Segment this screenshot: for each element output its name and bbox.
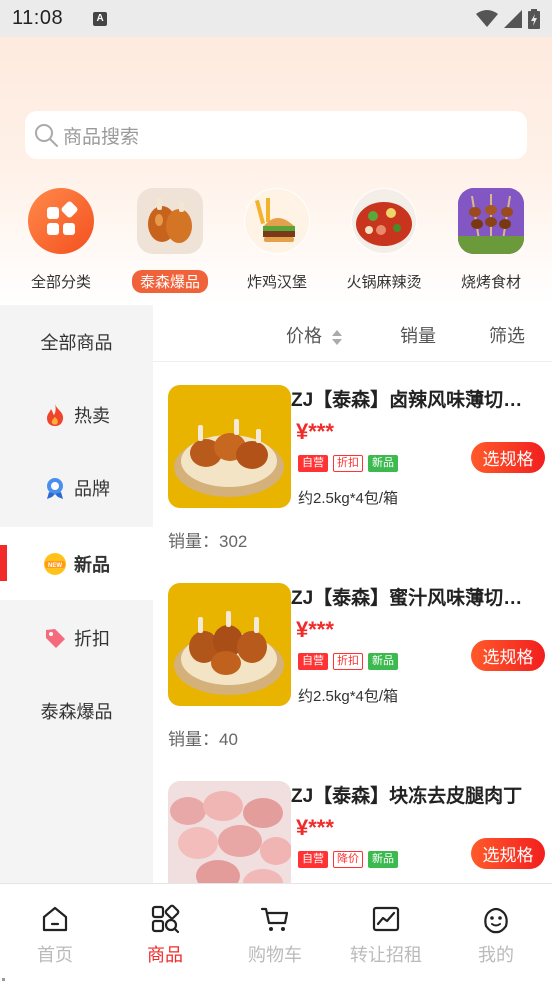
sidebar-item-taisen[interactable]: 泰森爆品 <box>0 674 153 747</box>
grid-icon <box>28 188 94 254</box>
tab-profile[interactable]: 我的 <box>441 884 551 983</box>
search-placeholder: 商品搜索 <box>63 126 140 148</box>
category-all[interactable]: 全部分类 <box>6 188 116 293</box>
flame-icon <box>43 403 67 427</box>
profile-icon <box>484 907 508 934</box>
sort-sales[interactable]: 销量 <box>400 322 436 348</box>
chart-icon <box>372 906 400 932</box>
tab-goods[interactable]: 商品 <box>110 884 220 983</box>
sidebar-item-all[interactable]: 全部商品 <box>0 305 153 378</box>
category-label: 炸鸡汉堡 <box>246 274 307 291</box>
wifi-icon <box>476 9 498 27</box>
sidebar-item-label: 新品 <box>74 554 110 575</box>
tab-label: 转让招租 <box>350 945 422 965</box>
skewer-image <box>458 188 524 254</box>
sidebar-item-label: 泰森爆品 <box>40 701 113 722</box>
product-card[interactable]: ZJ【泰森】蜜汁风味薄切鸡腿 ¥*** 自营 折扣 新品 约2.5kg*4包/箱… <box>153 561 552 759</box>
tab-label: 首页 <box>37 945 73 965</box>
sidebar-item-label: 折扣 <box>74 628 110 649</box>
status-time: 11:08 <box>12 7 64 29</box>
select-spec-button[interactable]: 选规格 <box>471 640 545 671</box>
product-sales: 销量：302 <box>168 532 248 551</box>
tab-label: 商品 <box>147 945 183 965</box>
category-label: 火锅麻辣烫 <box>346 274 422 291</box>
sort-filter[interactable]: 筛选 <box>489 322 525 348</box>
sort-bar: 价格 销量 筛选 <box>153 305 552 362</box>
home-indicator <box>2 978 5 981</box>
product-title[interactable]: ZJ【泰森】卤辣风味薄切鸡腿 <box>291 385 541 412</box>
tag-new: 新品 <box>368 653 398 670</box>
tag-icon <box>43 626 67 650</box>
product-card[interactable]: ZJ【泰森】卤辣风味薄切鸡腿 ¥*** 自营 折扣 新品 约2.5kg*4包/箱… <box>153 363 552 561</box>
sidebar-item-label: 品牌 <box>74 478 110 499</box>
product-tags: 自营 折扣 新品 <box>298 455 398 472</box>
category-label: 全部分类 <box>30 274 91 291</box>
sidebar-item-label: 全部商品 <box>40 332 113 353</box>
sort-price[interactable]: 价格 <box>286 322 343 348</box>
product-image <box>168 385 291 508</box>
notification-icon: A <box>93 11 108 26</box>
tab-home[interactable]: 首页 <box>0 884 110 983</box>
svg-text:NEW: NEW <box>48 563 62 569</box>
product-image <box>168 583 291 706</box>
tag-discount: 折扣 <box>333 653 363 670</box>
product-spec: 约2.5kg*4包/箱 <box>298 490 399 507</box>
tag-price-drop: 降价 <box>333 851 363 868</box>
new-icon: NEW <box>43 552 67 576</box>
product-spec: 约2.5kg*4包/箱 <box>298 688 399 705</box>
sidebar-item-label: 热卖 <box>74 405 110 426</box>
sort-price-label: 价格 <box>286 326 322 346</box>
signal-icon <box>504 9 522 28</box>
tag-self-operated: 自营 <box>298 653 328 670</box>
product-card[interactable]: ZJ【泰森】块冻去皮腿肉丁 ¥*** 自营 降价 新品 选规格 <box>153 759 552 883</box>
search-input[interactable]: 商品搜索 <box>25 111 527 159</box>
category-bbq[interactable]: 烧烤食材 <box>436 188 546 293</box>
battery-icon <box>528 8 540 29</box>
tag-self-operated: 自营 <box>298 455 328 472</box>
category-taisen[interactable]: 泰森爆品 <box>115 188 225 293</box>
active-marker <box>0 545 7 581</box>
cart-icon <box>260 907 289 931</box>
home-icon <box>42 906 68 932</box>
tab-transfer-rent[interactable]: 转让招租 <box>331 884 441 983</box>
burger-image <box>244 188 310 254</box>
select-spec-button[interactable]: 选规格 <box>471 442 545 473</box>
search-icon <box>35 124 58 147</box>
badge-icon <box>43 476 67 500</box>
tag-new: 新品 <box>368 851 398 868</box>
select-spec-button[interactable]: 选规格 <box>471 838 545 869</box>
hotpot-image <box>351 188 417 254</box>
product-price: ¥*** <box>296 617 334 642</box>
category-row: 全部分类 泰森爆品 炸鸡汉堡 火锅麻辣烫 烧烤食材 <box>0 188 552 296</box>
sidebar-item-new[interactable]: NEW 新品 <box>0 527 153 600</box>
product-title[interactable]: ZJ【泰森】块冻去皮腿肉丁 <box>291 781 541 808</box>
tag-discount: 折扣 <box>333 455 363 472</box>
sidebar-item-brand[interactable]: 品牌 <box>0 451 153 524</box>
tab-cart[interactable]: 购物车 <box>220 884 330 983</box>
bottom-tab-bar: 首页 商品 购物车 转让招租 我的 <box>0 883 552 983</box>
tab-label: 购物车 <box>248 945 302 965</box>
tag-new: 新品 <box>368 455 398 472</box>
sidebar-item-hot[interactable]: 热卖 <box>0 378 153 451</box>
goods-icon <box>151 904 180 934</box>
product-image <box>168 781 291 883</box>
fried-chicken-image <box>137 188 203 254</box>
product-price: ¥*** <box>296 815 334 840</box>
category-label: 烧烤食材 <box>460 274 521 291</box>
status-icons <box>476 8 540 29</box>
tab-label: 我的 <box>478 945 514 965</box>
product-sales: 销量：40 <box>168 730 238 749</box>
sort-arrows-icon <box>332 330 343 346</box>
sidebar-item-discount[interactable]: 折扣 <box>0 601 153 674</box>
tag-self-operated: 自营 <box>298 851 328 868</box>
product-price: ¥*** <box>296 419 334 444</box>
product-tags: 自营 降价 新品 <box>298 851 398 868</box>
category-burger[interactable]: 炸鸡汉堡 <box>222 188 332 293</box>
sidebar: 全部商品 热卖 品牌 NEW 新品 折扣 泰森爆品 <box>0 305 153 883</box>
category-label: 泰森爆品 <box>131 270 208 293</box>
category-hotpot[interactable]: 火锅麻辣烫 <box>329 188 439 293</box>
status-bar: 11:08 A <box>0 0 552 37</box>
product-title[interactable]: ZJ【泰森】蜜汁风味薄切鸡腿 <box>291 583 541 610</box>
product-tags: 自营 折扣 新品 <box>298 653 398 670</box>
